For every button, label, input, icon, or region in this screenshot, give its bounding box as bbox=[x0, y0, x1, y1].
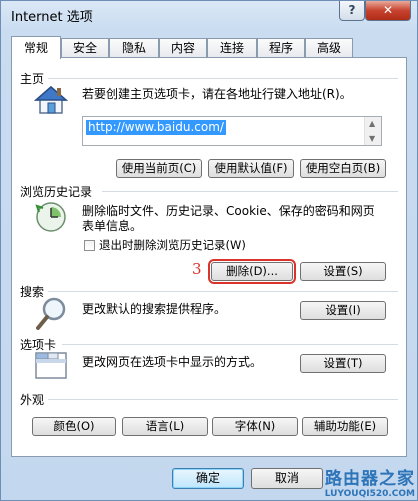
url-scrollbar[interactable]: ▲ ▼ bbox=[364, 117, 381, 145]
appearance-group-label: 外观 bbox=[20, 393, 45, 407]
scroll-up-icon[interactable]: ▲ bbox=[369, 119, 375, 128]
homepage-separator bbox=[48, 78, 398, 79]
magnifier-icon bbox=[36, 297, 66, 330]
languages-button[interactable]: 语言(L) bbox=[122, 417, 208, 436]
history-description-line1: 删除临时文件、历史记录、Cookie、保存的密码和网页 bbox=[82, 204, 375, 218]
internet-options-window: Internet 选项 ? ✕ 常规 安全 隐私 内容 连接 程序 高级 主页 … bbox=[0, 0, 418, 501]
search-settings-button[interactable]: 设置(I) bbox=[300, 301, 386, 320]
site-watermark: 路由器之家 LUYOUQI520.COM bbox=[295, 464, 415, 500]
tab-programs[interactable]: 程序 bbox=[257, 38, 305, 58]
close-button[interactable]: ✕ bbox=[365, 1, 411, 21]
search-description: 更改默认的搜索提供程序。 bbox=[82, 302, 227, 316]
tab-advanced[interactable]: 高级 bbox=[305, 38, 353, 58]
scroll-down-icon[interactable]: ▼ bbox=[369, 134, 375, 143]
tab-strip: 常规 安全 隐私 内容 连接 程序 高级 bbox=[11, 36, 407, 59]
tab-connections[interactable]: 连接 bbox=[207, 38, 257, 58]
watermark-title: 路由器之家 bbox=[325, 469, 415, 489]
tab-general[interactable]: 常规 bbox=[11, 36, 61, 59]
tab-security[interactable]: 安全 bbox=[61, 38, 109, 58]
step-marker: 3 bbox=[192, 260, 202, 278]
tabs-separator bbox=[62, 344, 398, 345]
delete-history-button[interactable]: 删除(D)... bbox=[208, 259, 296, 284]
colors-button[interactable]: 颜色(O) bbox=[32, 417, 116, 436]
help-button[interactable]: ? bbox=[339, 1, 365, 21]
delete-on-exit-label[interactable]: 退出时删除浏览历史记录(W) bbox=[99, 237, 246, 253]
use-blank-button[interactable]: 使用空白页(B) bbox=[300, 159, 386, 178]
tabs-description: 更改网页在选项卡中显示的方式。 bbox=[82, 355, 263, 369]
history-separator bbox=[102, 191, 398, 192]
watermark-url: LUYOUQI520.COM bbox=[324, 489, 415, 499]
tabs-window-icon bbox=[35, 352, 67, 379]
delete-on-exit-checkbox[interactable] bbox=[84, 240, 95, 251]
appearance-separator bbox=[48, 399, 398, 400]
search-separator bbox=[48, 291, 398, 292]
history-description-line2: 表单信息。 bbox=[82, 219, 143, 233]
fonts-button[interactable]: 字体(N) bbox=[212, 417, 298, 436]
tabs-settings-button[interactable]: 设置(T) bbox=[300, 354, 386, 373]
window-title: Internet 选项 bbox=[11, 10, 93, 25]
accessibility-button[interactable]: 辅助功能(E) bbox=[302, 417, 388, 436]
history-group-label: 浏览历史记录 bbox=[20, 185, 93, 199]
use-current-button[interactable]: 使用当前页(C) bbox=[116, 159, 202, 178]
homepage-url-text: http://www.baidu.com/ bbox=[86, 120, 226, 135]
title-bar[interactable]: Internet 选项 ? ✕ bbox=[1, 1, 417, 31]
history-settings-button[interactable]: 设置(S) bbox=[300, 262, 386, 281]
general-tab-panel: 主页 若要创建主页选项卡，请在各地址行键入地址(R)。 http://www.b… bbox=[11, 57, 407, 457]
tab-content[interactable]: 内容 bbox=[159, 38, 207, 58]
tab-privacy[interactable]: 隐私 bbox=[109, 38, 159, 58]
ok-button[interactable]: 确定 bbox=[172, 468, 244, 489]
history-clock-icon bbox=[35, 202, 66, 232]
homepage-url-textarea[interactable]: http://www.baidu.com/ ▲ ▼ bbox=[82, 116, 382, 146]
homepage-description: 若要创建主页选项卡，请在各地址行键入地址(R)。 bbox=[82, 87, 352, 101]
house-icon bbox=[34, 86, 68, 114]
use-default-button[interactable]: 使用默认值(F) bbox=[208, 159, 294, 178]
